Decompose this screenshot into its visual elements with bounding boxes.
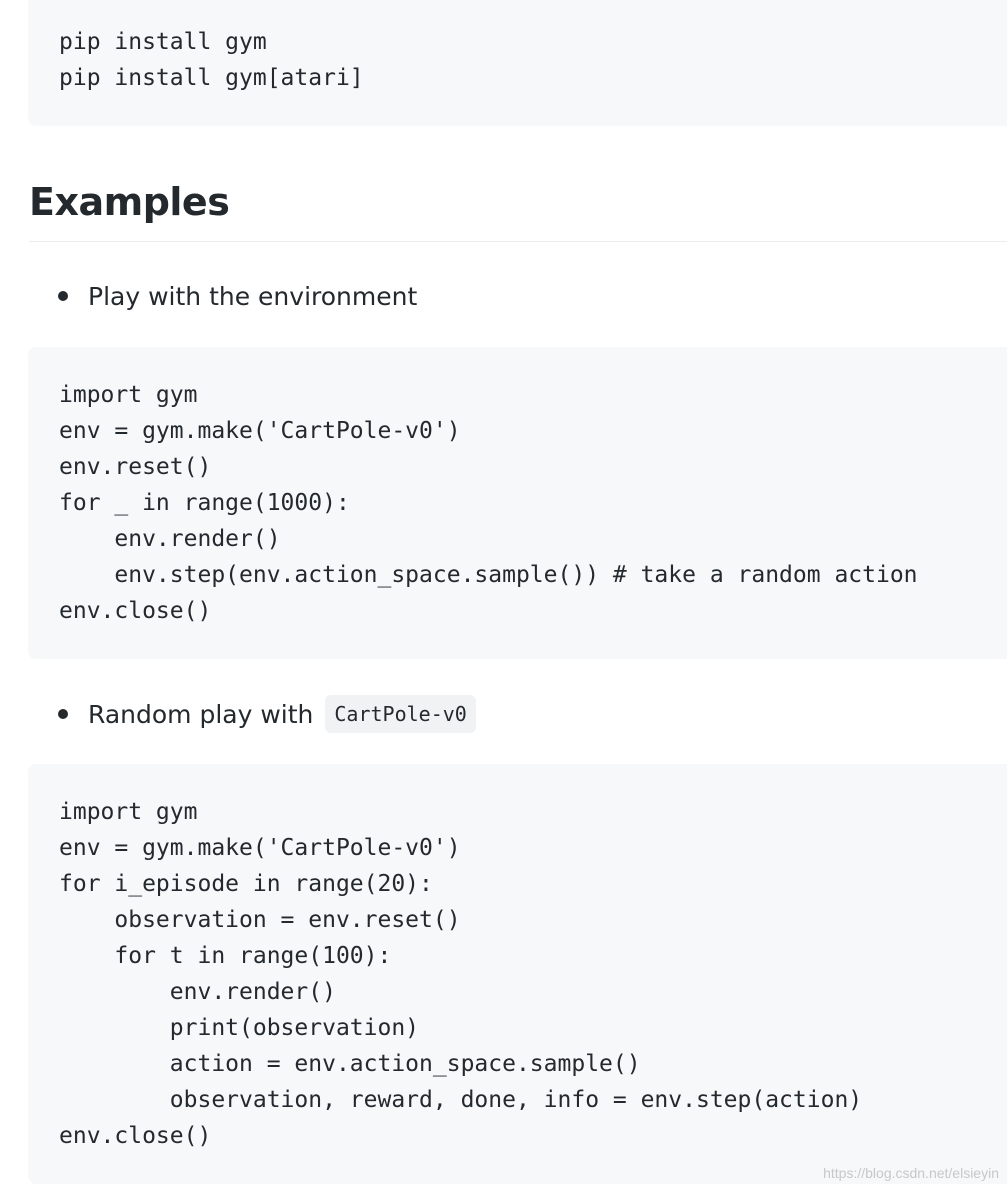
bullet-text: Random play with (88, 699, 314, 729)
code-line: env.render() (59, 979, 336, 1005)
code-line: env.close() (59, 598, 212, 624)
example-code-block-2: import gym env = gym.make('CartPole-v0')… (28, 764, 1007, 1184)
code-line: action = env.action_space.sample() (59, 1051, 641, 1077)
code-line: env.close() (59, 1123, 212, 1149)
bullet-item-play: Play with the environment (58, 276, 417, 316)
code-line: env.render() (59, 526, 281, 552)
inline-code: CartPole-v0 (325, 695, 476, 733)
code-line: pip install gym (59, 29, 267, 55)
code-line: import gym (59, 382, 198, 408)
code-line: env = gym.make('CartPole-v0') (59, 418, 461, 444)
code-line: import gym (59, 799, 198, 825)
code-line: env.reset() (59, 454, 212, 480)
bullet-item-random-play: Random play with CartPole-v0 (58, 694, 476, 734)
code-line: env.step(env.action_space.sample()) # ta… (59, 562, 918, 588)
install-code-block: pip install gym pip install gym[atari] (28, 0, 1007, 126)
code-line: print(observation) (59, 1015, 420, 1041)
code-line: observation, reward, done, info = env.st… (59, 1087, 863, 1113)
bullet-text: Play with the environment (88, 281, 418, 311)
code-line: for _ in range(1000): (59, 490, 350, 516)
code-line: pip install gym[atari] (59, 65, 364, 91)
code-line: env = gym.make('CartPole-v0') (59, 835, 461, 861)
code-line: for i_episode in range(20): (59, 871, 433, 897)
section-heading: Examples (29, 180, 230, 224)
bullet-dot-icon (58, 709, 68, 719)
code-line: observation = env.reset() (59, 907, 461, 933)
bullet-dot-icon (58, 291, 68, 301)
code-line: for t in range(100): (59, 943, 392, 969)
heading-divider (29, 241, 1007, 242)
watermark: https://blog.csdn.net/elsieyin (823, 1165, 999, 1181)
example-code-block-1: import gym env = gym.make('CartPole-v0')… (28, 347, 1007, 659)
